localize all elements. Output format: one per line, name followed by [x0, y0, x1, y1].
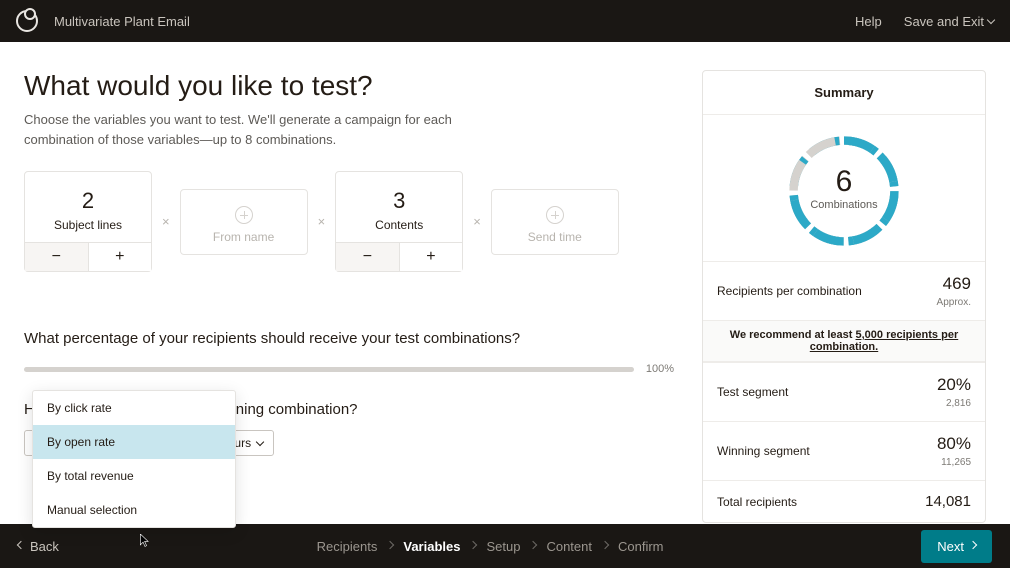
- footer-bar: Back Recipients Variables Setup Content …: [0, 524, 1010, 568]
- test-segment-row: Test segment 20% 2,816: [703, 362, 985, 421]
- contents-count: 3: [344, 188, 454, 214]
- test-segment-pct: 20%: [937, 375, 971, 395]
- back-button[interactable]: Back: [18, 539, 59, 554]
- help-link[interactable]: Help: [855, 14, 882, 29]
- recipients-per-combo-value: 469: [937, 274, 971, 294]
- summary-panel: Summary 6: [702, 70, 986, 522]
- recipients-per-combo-approx: Approx.: [937, 297, 971, 308]
- winning-segment-label: Winning segment: [717, 444, 810, 458]
- dropdown-option-click-rate[interactable]: By click rate: [33, 391, 235, 425]
- variable-card-contents[interactable]: 3 Contents − +: [335, 171, 463, 272]
- multiplier-icon: ×: [318, 214, 326, 229]
- contents-increment-button[interactable]: +: [399, 243, 463, 271]
- step-recipients[interactable]: Recipients: [317, 539, 378, 554]
- combinations-label: Combinations: [784, 199, 904, 211]
- test-segment-label: Test segment: [717, 385, 788, 399]
- save-and-exit-label: Save and Exit: [904, 14, 984, 29]
- variable-card-subject-lines[interactable]: 2 Subject lines − +: [24, 171, 152, 272]
- winning-segment-row: Winning segment 80% 11,265: [703, 421, 985, 480]
- chevron-right-icon: [529, 541, 537, 549]
- chevron-right-icon: [386, 541, 394, 549]
- winner-metric-dropdown: By click rate By open rate By total reve…: [32, 390, 236, 528]
- plus-circle-icon: [235, 206, 253, 224]
- campaign-name: Multivariate Plant Email: [54, 14, 190, 29]
- percentage-slider[interactable]: [24, 367, 634, 372]
- step-confirm[interactable]: Confirm: [618, 539, 664, 554]
- contents-decrement-button[interactable]: −: [336, 243, 399, 271]
- multiplier-icon: ×: [473, 214, 481, 229]
- recipients-per-combo-label: Recipients per combination: [717, 284, 862, 298]
- recipients-per-combination-row: Recipients per combination 469 Approx.: [703, 261, 985, 320]
- total-recipients-value: 14,081: [925, 493, 971, 510]
- chevron-down-icon: [987, 16, 995, 24]
- main-content: What would you like to test? Choose the …: [0, 42, 1010, 522]
- combinations-gauge: 6 Combinations: [703, 115, 985, 261]
- multiplier-icon: ×: [162, 214, 170, 229]
- winning-segment-pct: 80%: [937, 434, 971, 454]
- dropdown-option-manual[interactable]: Manual selection: [33, 493, 235, 527]
- step-content[interactable]: Content: [546, 539, 592, 554]
- dropdown-option-open-rate[interactable]: By open rate: [33, 425, 235, 459]
- topbar-left: Multivariate Plant Email: [16, 10, 190, 32]
- chevron-right-icon: [601, 541, 609, 549]
- variable-card-from-name[interactable]: From name: [180, 189, 308, 255]
- save-and-exit-button[interactable]: Save and Exit: [904, 14, 994, 29]
- step-variables[interactable]: Variables: [403, 539, 460, 554]
- step-setup[interactable]: Setup: [486, 539, 520, 554]
- page-title: What would you like to test?: [24, 70, 674, 102]
- winning-segment-count: 11,265: [941, 457, 971, 468]
- contents-label: Contents: [344, 218, 454, 232]
- total-recipients-label: Total recipients: [717, 495, 797, 509]
- chevron-right-icon: [469, 541, 477, 549]
- from-name-label: From name: [189, 230, 299, 244]
- percentage-100-label: 100%: [646, 363, 674, 375]
- variable-card-send-time[interactable]: Send time: [491, 189, 619, 255]
- variable-row: 2 Subject lines − + × From name ×: [24, 171, 674, 272]
- chevron-right-icon: [969, 541, 977, 549]
- next-label: Next: [937, 539, 964, 554]
- total-recipients-row: Total recipients 14,081: [703, 480, 985, 522]
- left-column: What would you like to test? Choose the …: [24, 70, 674, 522]
- recommendation-banner: We recommend at least 5,000 recipients p…: [703, 320, 985, 362]
- subject-lines-increment-button[interactable]: +: [88, 243, 152, 271]
- test-segment-count: 2,816: [946, 398, 971, 409]
- topbar-right: Help Save and Exit: [855, 14, 994, 29]
- subject-lines-decrement-button[interactable]: −: [25, 243, 88, 271]
- plus-circle-icon: [546, 206, 564, 224]
- chevron-left-icon: [17, 541, 25, 549]
- next-button[interactable]: Next: [921, 530, 992, 563]
- summary-title: Summary: [703, 71, 985, 115]
- top-bar: Multivariate Plant Email Help Save and E…: [0, 0, 1010, 42]
- page-subtitle: Choose the variables you want to test. W…: [24, 110, 464, 149]
- mailchimp-logo-icon: [16, 10, 38, 32]
- send-time-label: Send time: [500, 230, 610, 244]
- percentage-question: What percentage of your recipients shoul…: [24, 330, 674, 347]
- dropdown-option-total-revenue[interactable]: By total revenue: [33, 459, 235, 493]
- combinations-count: 6: [784, 165, 904, 199]
- steps-nav: Recipients Variables Setup Content Confi…: [317, 539, 664, 554]
- subject-lines-count: 2: [33, 188, 143, 214]
- chevron-down-icon: [256, 438, 264, 446]
- back-label: Back: [30, 539, 59, 554]
- percentage-slider-row: 100%: [24, 363, 674, 375]
- subject-lines-label: Subject lines: [33, 218, 143, 232]
